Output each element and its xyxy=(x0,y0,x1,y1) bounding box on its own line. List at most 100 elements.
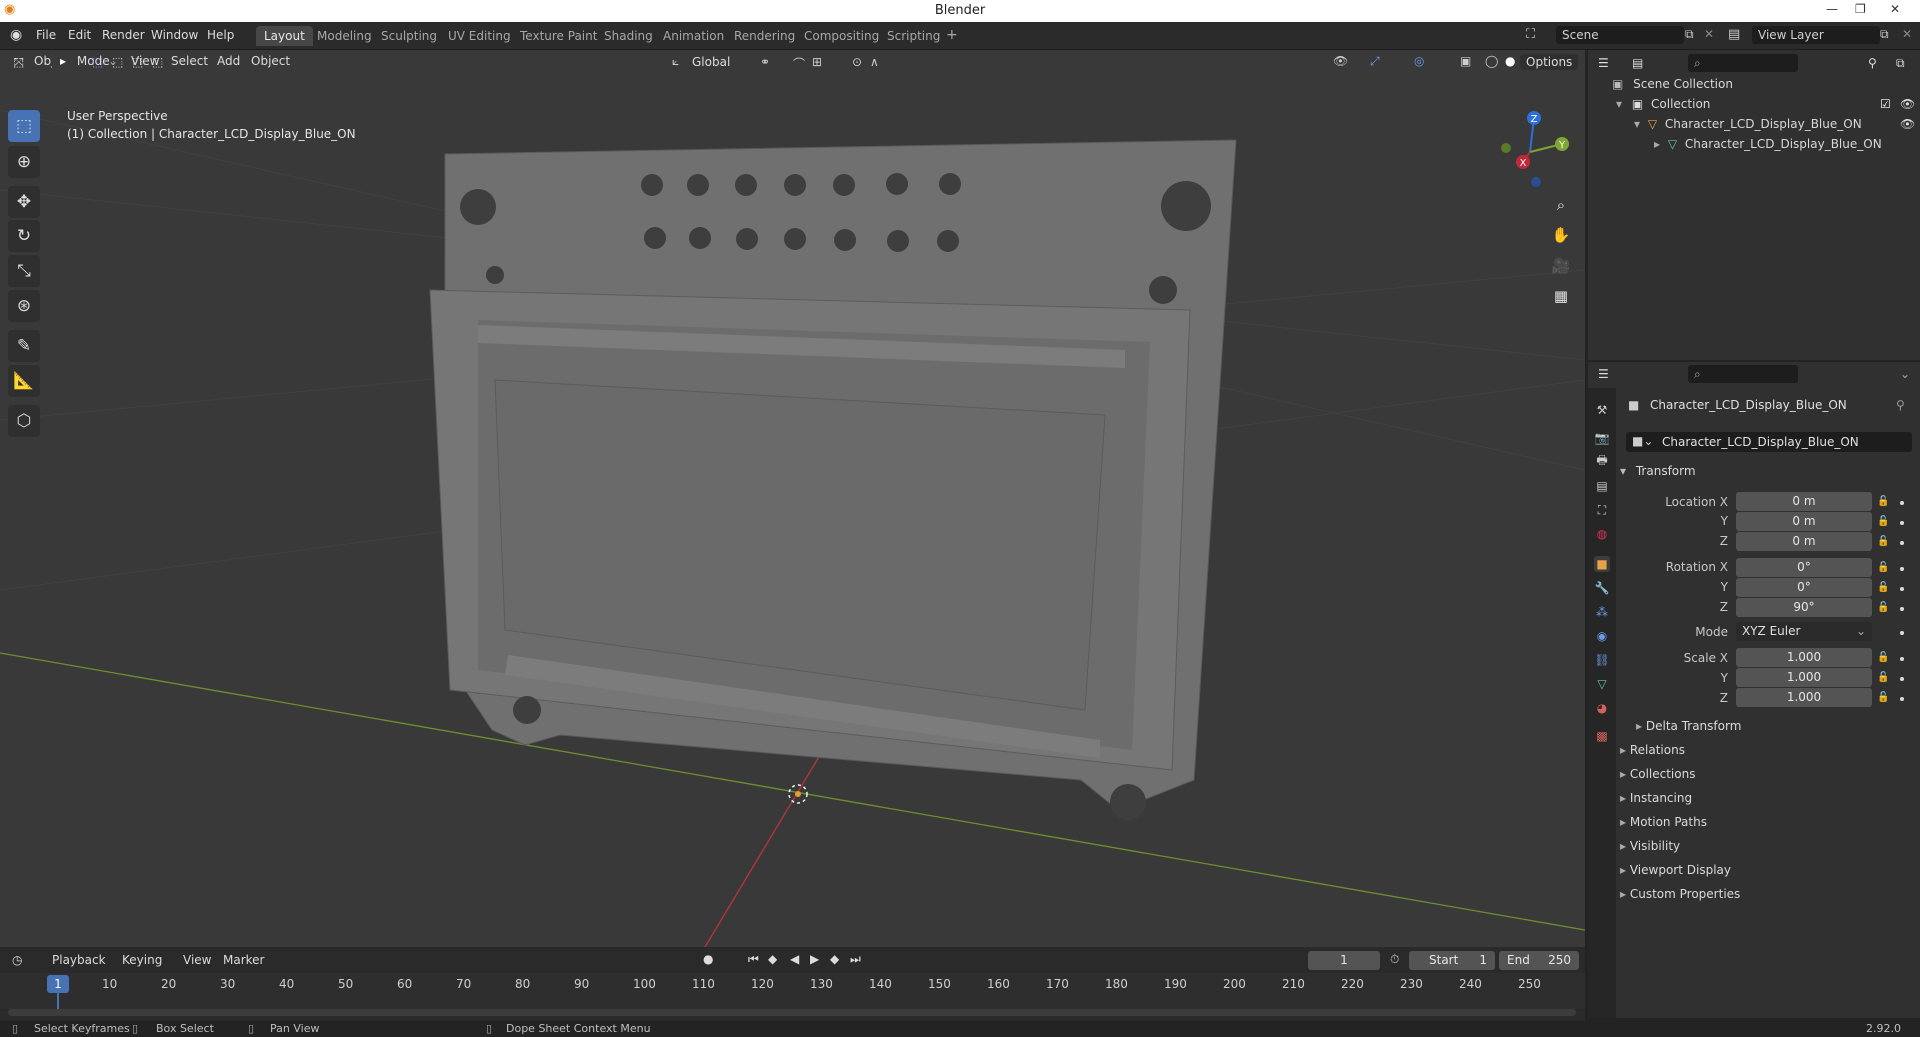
menu-render[interactable]: Render xyxy=(102,28,145,42)
keyframe-dot-icon[interactable] xyxy=(1900,567,1904,571)
clock-icon[interactable]: ⏱ xyxy=(1390,952,1399,967)
view-layer-selector[interactable]: View Layer xyxy=(1752,26,1880,44)
properties-search-input[interactable]: ⌕ xyxy=(1688,365,1798,383)
rotation-mode-dropdown[interactable]: XYZ Euler ⌄ xyxy=(1736,622,1872,641)
camera-view-icon[interactable]: 🎥 xyxy=(1548,253,1574,279)
lock-icon[interactable]: 🔓 xyxy=(1877,672,1889,683)
tab-scripting[interactable]: Scripting xyxy=(879,26,948,46)
view-layer-tab-icon[interactable]: ▤ xyxy=(1594,478,1610,494)
lock-icon[interactable]: 🔓 xyxy=(1877,496,1889,507)
falloff-icon[interactable]: ∧ xyxy=(870,55,879,69)
select-new-icon[interactable]: ⬚ xyxy=(92,55,103,69)
scale-z-field[interactable]: 1.000 xyxy=(1736,688,1872,707)
3d-viewport[interactable]: ⬚ Object Mode ⌄ View Select Add Object 👁… xyxy=(0,50,1585,947)
ortho-toggle-icon[interactable]: ▦ xyxy=(1548,283,1574,309)
outliner-row-mesh[interactable]: ▸ ▽ Character_LCD_Display_Blue_ON xyxy=(1654,137,1882,157)
restore-icon[interactable]: ❐ xyxy=(1855,2,1866,16)
select-extend-icon[interactable]: ⬚ xyxy=(112,55,123,69)
pin-icon[interactable]: ⚲ xyxy=(1896,398,1905,412)
expand-arrow-icon[interactable]: ▸ xyxy=(1654,137,1660,151)
lock-icon[interactable]: 🔓 xyxy=(1877,602,1889,613)
jump-end-icon[interactable]: ⏭ xyxy=(850,952,861,967)
snap-icon[interactable]: ⌒ xyxy=(793,55,805,72)
keyframe-dot-icon[interactable] xyxy=(1900,501,1904,505)
location-z-field[interactable]: 0 m xyxy=(1736,532,1872,551)
display-mode-icon[interactable]: ▤ xyxy=(1632,56,1643,70)
expand-arrow-icon[interactable]: ▾ xyxy=(1634,117,1640,131)
texture-tab-icon[interactable]: ▩ xyxy=(1594,728,1610,744)
record-icon[interactable]: ● xyxy=(703,952,713,966)
end-frame-field[interactable]: End 250 xyxy=(1499,951,1579,970)
jump-start-icon[interactable]: ⏮ xyxy=(748,952,759,967)
transform-tool-icon[interactable]: ⊛ xyxy=(8,290,40,322)
menu-help[interactable]: Help xyxy=(207,28,234,42)
tool-tab-icon[interactable]: ⚒ xyxy=(1594,402,1610,418)
marker-menu[interactable]: Marker xyxy=(223,953,264,967)
rotation-y-field[interactable]: 0° xyxy=(1736,578,1872,597)
start-frame-field[interactable]: Start 1 xyxy=(1409,951,1495,970)
annotate-tool-icon[interactable]: ✎ xyxy=(8,330,40,362)
tab-layout[interactable]: Layout xyxy=(256,26,313,46)
options-dropdown[interactable]: Options xyxy=(1520,54,1579,70)
scale-y-field[interactable]: 1.000 xyxy=(1736,668,1872,687)
object-name-field[interactable]: ■⌄ Character_LCD_Display_Blue_ON xyxy=(1626,432,1912,452)
outliner-row-object[interactable]: ▾ ▽ Character_LCD_Display_Blue_ON xyxy=(1634,117,1862,137)
minimize-icon[interactable]: — xyxy=(1826,2,1838,16)
transform-panel-header[interactable]: ▾ Transform xyxy=(1620,464,1916,486)
particles-tab-icon[interactable]: ⁂ xyxy=(1594,604,1610,620)
chevron-down-icon[interactable]: ⌄ xyxy=(1900,367,1910,381)
exclude-checkbox-icon[interactable]: ☑ xyxy=(1880,97,1891,111)
add-workspace-icon[interactable]: + xyxy=(946,27,958,43)
prev-keyframe-icon[interactable]: ◆ xyxy=(768,952,777,966)
lock-icon[interactable]: 🔓 xyxy=(1877,582,1889,593)
lock-icon[interactable]: 🔓 xyxy=(1877,562,1889,573)
cursor-tool-icon[interactable]: ⊕ xyxy=(8,146,40,178)
keyframe-dot-icon[interactable] xyxy=(1900,541,1904,545)
scale-x-field[interactable]: 1.000 xyxy=(1736,648,1872,667)
snap-target-icon[interactable]: ⊞ xyxy=(812,55,822,69)
eye-icon[interactable]: 👁 xyxy=(1900,117,1915,131)
play-icon[interactable]: ▶ xyxy=(810,952,819,966)
outliner-search-input[interactable]: ⌕ xyxy=(1688,54,1798,72)
physics-tab-icon[interactable]: ◉ xyxy=(1594,628,1610,644)
delete-view-layer-icon[interactable]: ✕ xyxy=(1902,27,1912,41)
expand-arrow-icon[interactable]: ▾ xyxy=(1616,97,1622,111)
rotation-z-field[interactable]: 90° xyxy=(1736,598,1872,617)
object-tab-icon[interactable]: ■ xyxy=(1594,556,1610,572)
tab-texture-paint[interactable]: Texture Paint xyxy=(512,26,605,46)
keyframe-dot-icon[interactable] xyxy=(1900,657,1904,661)
rotate-tool-icon[interactable]: ↻ xyxy=(8,220,40,252)
lock-icon[interactable]: 🔓 xyxy=(1877,516,1889,527)
keyframe-dot-icon[interactable] xyxy=(1900,631,1904,635)
select-mode-icon[interactable]: ▸ xyxy=(52,54,74,72)
view-layer-icon[interactable]: ▤ xyxy=(1728,27,1740,42)
lock-icon[interactable]: 🔓 xyxy=(1877,692,1889,703)
new-scene-icon[interactable]: ⧉ xyxy=(1685,27,1694,42)
lock-icon[interactable]: 🔓 xyxy=(1877,652,1889,663)
material-tab-icon[interactable]: ◕ xyxy=(1594,700,1610,716)
keying-menu[interactable]: Keying xyxy=(122,953,162,967)
eye-icon[interactable]: 👁 xyxy=(1900,97,1915,111)
keyframe-dot-icon[interactable] xyxy=(1900,607,1904,611)
zoom-icon[interactable]: ⌕ xyxy=(1548,192,1574,218)
tab-sculpting[interactable]: Sculpting xyxy=(373,26,445,46)
outliner-row-scene-collection[interactable]: ▣ Scene Collection xyxy=(1612,77,1733,97)
timeline-editor-icon[interactable]: ◷ xyxy=(12,953,22,967)
delete-scene-icon[interactable]: ✕ xyxy=(1704,27,1714,41)
viewport-display-panel[interactable]: ▸ Viewport Display xyxy=(1620,863,1916,885)
tab-compositing[interactable]: Compositing xyxy=(796,26,887,46)
relations-panel[interactable]: ▸ Relations xyxy=(1620,743,1916,765)
menu-window[interactable]: Window xyxy=(151,28,198,42)
next-keyframe-icon[interactable]: ◆ xyxy=(830,952,839,966)
scale-tool-icon[interactable]: ⤡ xyxy=(8,255,40,287)
instancing-panel[interactable]: ▸ Instancing xyxy=(1620,791,1916,813)
playhead-frame[interactable]: 1 xyxy=(47,975,69,993)
lock-icon[interactable]: 🔓 xyxy=(1877,536,1889,547)
scene-tab-icon[interactable]: ⛶ xyxy=(1594,502,1610,518)
select-intersect-icon[interactable]: ⬚ xyxy=(152,55,163,69)
navigation-gizmo[interactable]: Z Y X xyxy=(1490,108,1570,188)
collections-panel[interactable]: ▸ Collections xyxy=(1620,767,1916,789)
tab-rendering[interactable]: Rendering xyxy=(726,26,803,46)
blender-menu-icon[interactable]: ◉ xyxy=(10,27,22,43)
timeline-view-menu[interactable]: View xyxy=(183,953,211,967)
